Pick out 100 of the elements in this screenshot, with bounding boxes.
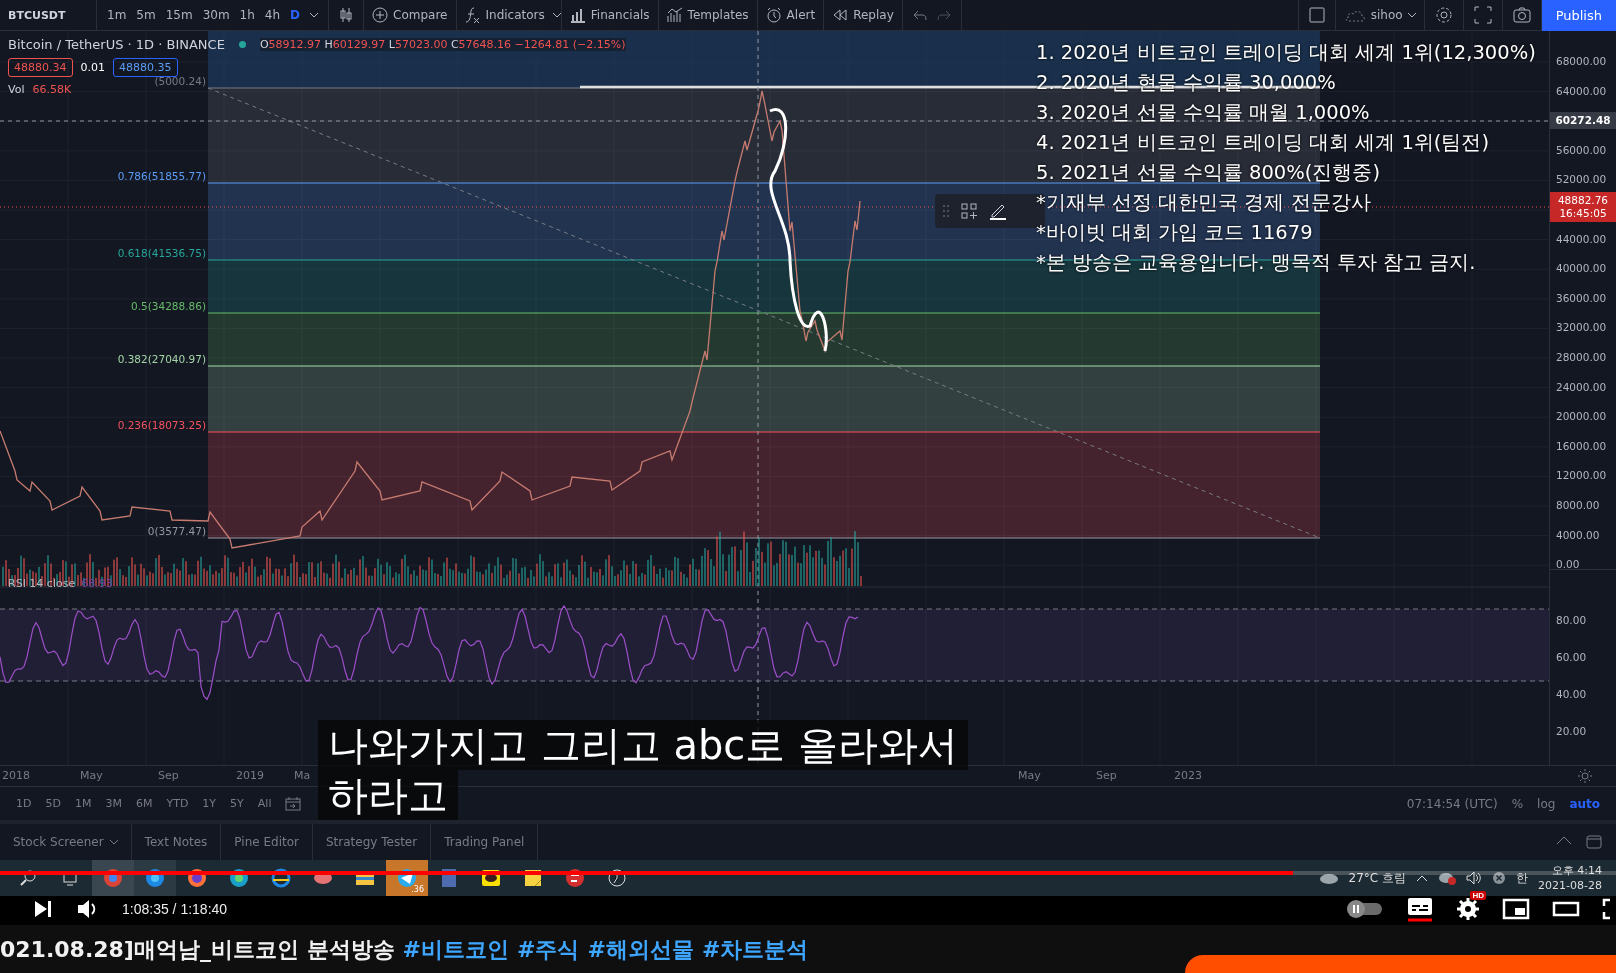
financials-button[interactable]: Financials	[561, 0, 658, 31]
interval-button[interactable]: D	[290, 8, 301, 22]
range-button[interactable]: All	[257, 797, 272, 810]
undo-icon[interactable]	[912, 9, 927, 21]
weather-text[interactable]: 27°C 흐림	[1348, 869, 1407, 887]
plus-circle-icon	[372, 7, 389, 23]
captions-icon[interactable]	[1406, 896, 1434, 922]
hashtag-link[interactable]: #해외선물	[587, 935, 694, 965]
overlay-text-line: *바이빗 대회 가입 코드 11679	[1036, 220, 1314, 246]
range-button[interactable]: 3M	[105, 797, 122, 810]
price-axis-label: 24000.00	[1556, 380, 1607, 393]
alarm-clock-icon	[765, 7, 782, 23]
range-button[interactable]: 6M	[135, 797, 153, 810]
hashtag-link[interactable]: #주식	[517, 935, 580, 965]
time-axis-label: Sep	[1096, 769, 1117, 782]
browser-icon[interactable]	[270, 867, 292, 889]
theater-mode-icon[interactable]	[1552, 900, 1580, 918]
brush-stroke[interactable]	[769, 108, 828, 352]
price-axis-label: 32000.00	[1556, 321, 1607, 334]
interval-button[interactable]: 30m	[202, 8, 230, 22]
interval-button[interactable]: 1m	[107, 8, 127, 22]
caret-icon[interactable]	[310, 12, 319, 18]
input-method-indicator[interactable]: 한	[1516, 869, 1529, 887]
compare-button[interactable]: Compare	[364, 0, 456, 31]
indicators-button[interactable]: Indicators	[456, 0, 553, 31]
rsi-axis-label: 60.00	[1556, 651, 1587, 663]
time-axis-label: 2018	[2, 769, 30, 782]
sun-icon[interactable]	[1578, 769, 1592, 783]
range-button[interactable]: 5Y	[230, 797, 244, 810]
pencil-icon[interactable]	[989, 202, 1007, 220]
caret-icon[interactable]	[552, 12, 561, 18]
close-circle-icon[interactable]	[1492, 871, 1507, 885]
rsi-axis-label: 20.00	[1556, 725, 1587, 737]
rsi-value: 68.93	[81, 577, 113, 590]
sell-button[interactable]: 48880.34	[8, 58, 73, 77]
interval-button[interactable]: 4h	[264, 8, 281, 22]
interval-button[interactable]: 5m	[136, 8, 156, 22]
maximize-icon[interactable]	[1586, 835, 1602, 849]
price-axis-label: 44000.00	[1556, 232, 1607, 245]
price-axis-label: 36000.00	[1556, 291, 1607, 304]
candlestick-icon[interactable]	[339, 7, 354, 23]
app-icon[interactable]	[606, 867, 628, 889]
drag-handle-icon[interactable]	[943, 205, 949, 217]
time-axis-label: May	[1018, 769, 1041, 782]
hashtag-link[interactable]: #차트분석	[701, 935, 809, 965]
time-axis-label: 2019	[236, 769, 264, 782]
scale-option-button[interactable]: log	[1537, 796, 1556, 811]
video-title: 021.08.28]매억남_비트코인 분석방송	[0, 936, 395, 964]
camera-icon[interactable]	[1512, 6, 1531, 24]
alert-button[interactable]: Alert	[757, 0, 824, 31]
last-price: 48882.76	[1556, 194, 1610, 207]
grid-icon[interactable]	[961, 203, 977, 219]
range-button[interactable]: YTD	[166, 797, 189, 810]
scale-option-button[interactable]: %	[1511, 796, 1524, 811]
price-axis-label: 20000.00	[1556, 410, 1607, 423]
rewind-icon	[832, 7, 849, 23]
caret-icon	[109, 839, 118, 845]
time-axis-label: Sep	[158, 769, 179, 782]
utc-clock[interactable]: 07:14:54 (UTC)	[1406, 796, 1498, 811]
hd-badge: HD	[1470, 891, 1486, 900]
range-button[interactable]: 1D	[16, 797, 32, 810]
clock-date[interactable]: 2021-08-28	[1538, 878, 1602, 893]
fibonacci-level-label: 0.786(51855.77)	[117, 170, 206, 182]
calendar-icon[interactable]	[285, 796, 302, 811]
buy-button[interactable]: 48880.35	[113, 58, 178, 77]
spread-value: 0.01	[80, 61, 105, 74]
fibonacci-level-label: 0.236(18073.25)	[117, 419, 206, 431]
market-status-dot	[238, 41, 246, 48]
scale-option-button[interactable]: auto	[1569, 796, 1600, 811]
interval-button[interactable]: 1h	[239, 8, 255, 22]
playback-time: 1:08:35 / 1:18:40	[122, 901, 228, 917]
notification-count: .36	[411, 885, 424, 894]
autoplay-toggle[interactable]	[1346, 899, 1384, 919]
range-button[interactable]: 5D	[45, 797, 61, 810]
cloud-icon	[1318, 872, 1339, 884]
publish-button[interactable]: Publish	[1541, 0, 1616, 31]
clock-time[interactable]: 오후 4:14	[1551, 863, 1602, 878]
replay-button[interactable]: Replay	[824, 0, 902, 31]
volume-value: 66.58K	[32, 83, 72, 96]
settings-icon[interactable]	[1434, 6, 1453, 24]
rsi-label: RSI 14 close	[8, 577, 76, 590]
templates-button[interactable]: Templates	[658, 0, 757, 31]
next-icon[interactable]	[32, 898, 54, 920]
price-axis-label: 28000.00	[1556, 351, 1607, 363]
speaker-icon[interactable]	[1466, 871, 1483, 885]
layout-menu-button[interactable]: sihoo	[1335, 0, 1424, 31]
interval-button[interactable]: 15m	[165, 8, 193, 22]
square-icon[interactable]	[1308, 7, 1325, 23]
range-button[interactable]: 1M	[74, 797, 92, 810]
symbol-name[interactable]: BTCUSDT	[0, 8, 96, 22]
range-button[interactable]: 1Y	[202, 797, 217, 810]
miniplayer-icon[interactable]	[1502, 898, 1530, 920]
price-axis-label: 8000.00	[1556, 499, 1600, 511]
time-axis-label: 2023	[1174, 769, 1202, 782]
rsi-axis-label: 80.00	[1556, 614, 1587, 626]
rsi-axis-label: 40.00	[1556, 688, 1587, 700]
hashtag-link[interactable]: #비트코인	[402, 935, 510, 965]
function-icon	[464, 7, 481, 23]
chart-icon	[666, 7, 683, 23]
network-icon[interactable]	[1438, 871, 1457, 885]
